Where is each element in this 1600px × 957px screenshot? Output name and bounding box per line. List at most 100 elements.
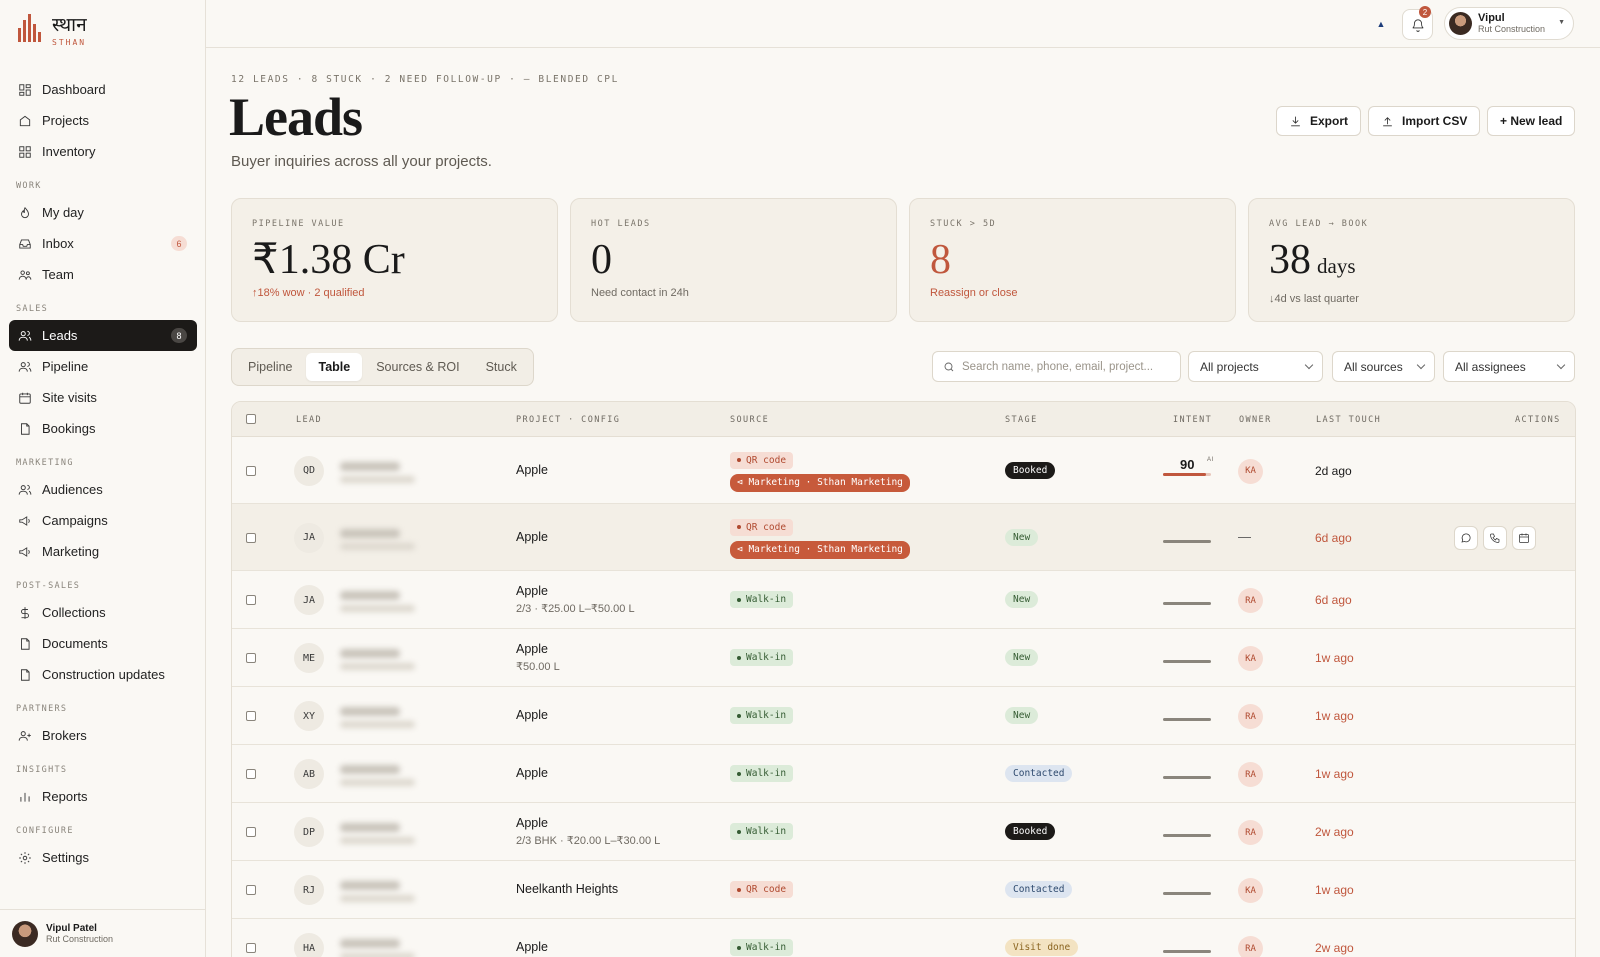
projects-filter[interactable]: All projects [1188,351,1323,382]
col-last-touch[interactable]: LAST TOUCH [1316,415,1381,425]
sources-filter[interactable]: All sources [1332,351,1435,382]
row-checkbox[interactable] [246,595,256,605]
select-all-checkbox[interactable] [246,414,256,424]
kpi-note: Need contact in 24h [591,287,689,299]
sidebar-item-reports[interactable]: Reports [9,781,197,812]
sidebar-item-audiences[interactable]: Audiences [9,474,197,505]
search-input[interactable]: Search name, phone, email, project... [932,351,1181,382]
sidebar-item-dashboard[interactable]: Dashboard [9,74,197,105]
sidebar-item-pipeline[interactable]: Pipeline [9,351,197,382]
table-row[interactable]: DP Apple 2/3 BHK · ₹20.00 L–₹30.00 L Walk-i… [232,803,1575,861]
owner-avatar[interactable]: RA [1238,820,1263,845]
assignees-filter[interactable]: All assignees [1443,351,1575,382]
lead-name-redacted[interactable] [340,765,400,774]
owner-avatar[interactable]: KA [1238,878,1263,903]
brand-logo[interactable]: स्थान STHAN [16,14,87,47]
tab-sources-roi[interactable]: Sources & ROI [364,353,471,381]
table-row[interactable]: JA Apple 2/3 · ₹25.00 L–₹50.00 L Walk-in New… [232,571,1575,629]
sidebar-item-inventory[interactable]: Inventory [9,136,197,167]
lead-name-redacted[interactable] [340,591,400,600]
col-lead[interactable]: LEAD [296,415,322,425]
sidebar-item-construction-updates[interactable]: Construction updates [9,659,197,690]
owner-avatar[interactable]: RA [1238,588,1263,613]
table-row[interactable]: ME Apple ₹50.00 L Walk-in New KA 1w ago [232,629,1575,687]
sidebar-item-team[interactable]: Team [9,259,197,290]
sidebar-item-settings[interactable]: Settings [9,842,197,873]
dashboard-icon [19,83,31,96]
lead-name-redacted[interactable] [340,461,400,471]
lead-name-redacted[interactable] [340,939,400,948]
schedule-button[interactable] [1512,525,1536,550]
dollar-icon [21,606,29,619]
whatsapp-button[interactable] [1454,525,1478,550]
sidebar-item-label: My day [42,205,84,220]
tab-table[interactable]: Table [306,353,363,381]
last-touch: 6d ago [1315,593,1352,607]
tab-stuck[interactable]: Stuck [474,353,529,381]
table-row[interactable]: RJ Neelkanth Heights QR code Contacted KA 1w … [232,861,1575,919]
col-source[interactable]: SOURCE [730,415,769,425]
import-label: Import CSV [1402,114,1468,128]
user-menu[interactable]: Vipul Rut Construction ▼ [1444,7,1574,40]
row-checkbox[interactable] [246,711,256,721]
intent-ai-tag: AI [1207,456,1214,463]
sidebar-item-campaigns[interactable]: Campaigns [9,505,197,536]
sidebar-item-bookings[interactable]: Bookings [9,413,197,444]
owner-avatar[interactable]: RA [1238,762,1263,787]
owner-avatar[interactable]: RA [1238,936,1263,957]
stage-badge: New [1005,591,1039,608]
users-icon [18,361,32,372]
lead-name-redacted[interactable] [340,707,400,716]
lead-name-redacted[interactable] [340,528,400,538]
whatsapp-icon [1461,532,1471,543]
owner-avatar[interactable]: KA [1238,646,1263,671]
call-button[interactable] [1483,525,1507,550]
table-row[interactable]: HA Apple Walk-in Visit done RA 2w ago [232,919,1575,957]
sidebar-item-inbox[interactable]: Inbox 6 [9,228,197,259]
new-lead-button[interactable]: + New lead [1487,106,1576,136]
source-label: Marketing · Sthan Marketing [748,477,903,488]
sidebar-item-my-day[interactable]: My day [9,197,197,228]
sidebar-item-projects[interactable]: Projects [9,105,197,136]
table-row[interactable]: AB Apple Walk-in Contacted RA 1w ago [232,745,1575,803]
lead-name-redacted[interactable] [340,823,400,832]
col-intent[interactable]: INTENT [1173,415,1212,425]
lead-contact-redacted [340,779,415,786]
dot-icon [737,525,741,529]
col-stage[interactable]: STAGE [1005,415,1038,425]
table-row[interactable]: JA Apple QR code ⊲ Marketing · Sthan Market… [232,504,1575,571]
sidebar-item-documents[interactable]: Documents [9,628,197,659]
row-checkbox[interactable] [246,943,256,953]
sidebar-item-brokers[interactable]: Brokers [9,720,197,751]
col-owner[interactable]: OWNER [1239,415,1272,425]
notifications-button[interactable]: 2 [1402,6,1433,40]
import-csv-button[interactable]: Import CSV [1368,106,1481,136]
row-checkbox[interactable] [246,465,256,476]
sidebar-item-site-visits[interactable]: Site visits [9,382,197,413]
row-checkbox[interactable] [246,769,256,779]
kpi-value: 38 days [1269,237,1554,289]
sidebar-user[interactable]: Vipul Patel Rut Construction [0,909,206,957]
export-button[interactable]: Export [1276,106,1362,136]
sidebar-item-collections[interactable]: Collections [9,597,197,628]
row-checkbox[interactable] [246,653,256,663]
owner-avatar[interactable]: KA [1238,458,1263,484]
lead-contact-redacted [340,475,415,483]
row-checkbox[interactable] [246,885,256,895]
row-checkbox[interactable] [246,532,256,543]
lead-name-redacted[interactable] [340,649,400,658]
projects-filter-label: All projects [1200,359,1259,374]
row-checkbox[interactable] [246,827,256,837]
nav-section-configure: CONFIGURE [16,826,74,836]
source-badge: Walk-in [730,707,794,724]
sidebar-item-marketing[interactable]: Marketing [9,536,197,567]
owner-avatar[interactable]: RA [1238,704,1263,729]
sidebar-item-label: Reports [42,789,88,804]
org-logo-icon[interactable]: ▲ [1371,14,1391,34]
col-project[interactable]: PROJECT · CONFIG [516,415,620,425]
table-row[interactable]: XY Apple Walk-in New RA 1w ago [232,687,1575,745]
table-row[interactable]: QD Apple QR code ⊲ Marketing · Sthan Market… [232,437,1575,504]
sidebar-item-leads[interactable]: Leads 8 [9,320,197,351]
tab-pipeline[interactable]: Pipeline [236,353,304,381]
lead-name-redacted[interactable] [340,881,400,890]
